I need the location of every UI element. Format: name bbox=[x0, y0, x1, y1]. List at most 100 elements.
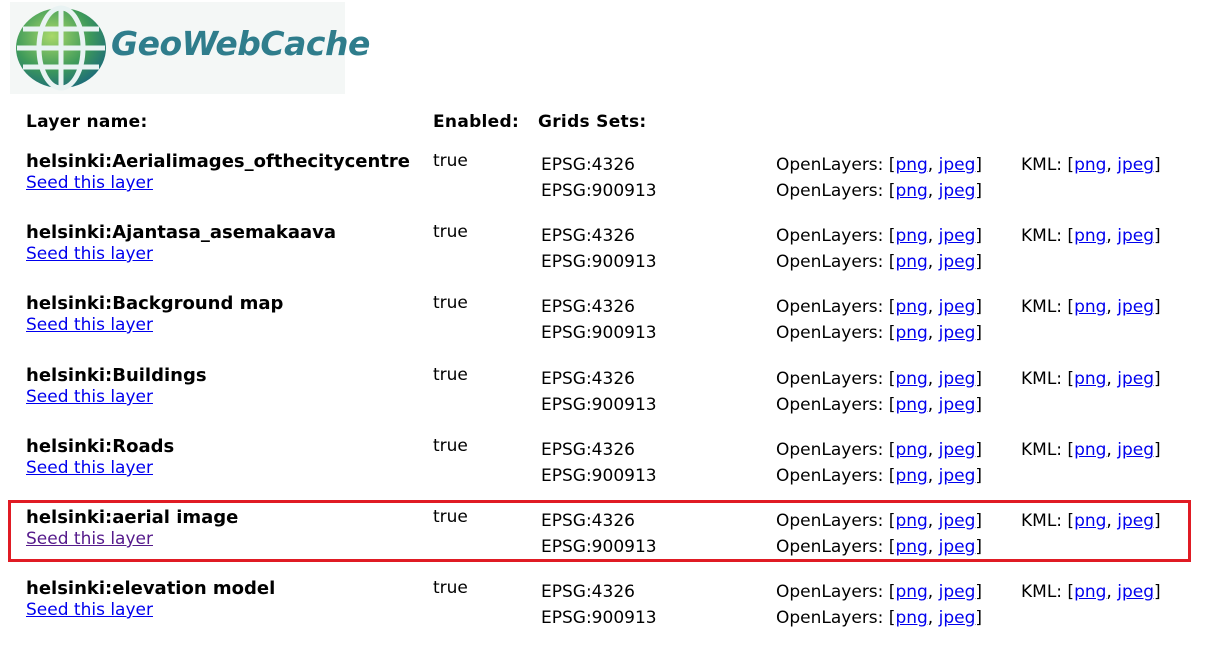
openlayers-label: OpenLayers: bbox=[776, 323, 884, 343]
openlayers-900913-png-link[interactable]: png bbox=[895, 323, 927, 343]
seed-layer-link[interactable]: Seed this layer bbox=[26, 458, 153, 478]
openlayers-900913-jpeg-link[interactable]: jpeg bbox=[939, 608, 976, 628]
openlayers-4326-jpeg-link[interactable]: jpeg bbox=[939, 582, 976, 602]
seed-layer-link[interactable]: Seed this layer bbox=[26, 315, 153, 335]
openlayers-4326-jpeg-link[interactable]: jpeg bbox=[939, 369, 976, 389]
grid-set: EPSG:900913 bbox=[541, 323, 657, 343]
kml-jpeg-link[interactable]: jpeg bbox=[1117, 226, 1154, 246]
openlayers-links-900913: OpenLayers: [png, jpeg] bbox=[776, 181, 983, 201]
grid-set: EPSG:900913 bbox=[541, 252, 657, 272]
openlayers-label: OpenLayers: bbox=[776, 608, 884, 628]
openlayers-4326-png-link[interactable]: png bbox=[895, 155, 927, 175]
kml-jpeg-link[interactable]: jpeg bbox=[1117, 155, 1154, 175]
openlayers-4326-jpeg-link[interactable]: jpeg bbox=[939, 297, 976, 317]
openlayers-4326-png-link[interactable]: png bbox=[895, 297, 927, 317]
openlayers-links-4326: OpenLayers: [png, jpeg] bbox=[776, 155, 983, 175]
openlayers-4326-png-link[interactable]: png bbox=[895, 440, 927, 460]
openlayers-links-900913: OpenLayers: [png, jpeg] bbox=[776, 252, 983, 272]
kml-png-link[interactable]: png bbox=[1074, 297, 1106, 317]
openlayers-4326-png-link[interactable]: png bbox=[895, 582, 927, 602]
openlayers-4326-jpeg-link[interactable]: jpeg bbox=[939, 440, 976, 460]
openlayers-links-4326: OpenLayers: [png, jpeg] bbox=[776, 226, 983, 246]
kml-png-link[interactable]: png bbox=[1074, 155, 1106, 175]
grid-set: EPSG:4326 bbox=[541, 369, 635, 389]
enabled-value: true bbox=[433, 293, 468, 313]
layer-row: helsinki:Buildings Seed this layer true EPS… bbox=[0, 365, 1210, 433]
kml-links: KML: [png, jpeg] bbox=[1021, 226, 1161, 246]
openlayers-900913-png-link[interactable]: png bbox=[895, 608, 927, 628]
brand-name: GeoWebCache bbox=[111, 24, 370, 63]
openlayers-links-4326: OpenLayers: [png, jpeg] bbox=[776, 582, 983, 602]
layer-row: helsinki:elevation model Seed this layer t… bbox=[0, 578, 1210, 646]
kml-jpeg-link[interactable]: jpeg bbox=[1117, 369, 1154, 389]
openlayers-900913-jpeg-link[interactable]: jpeg bbox=[939, 252, 976, 272]
layer-name: helsinki:elevation model bbox=[26, 578, 276, 599]
grid-set: EPSG:4326 bbox=[541, 297, 635, 317]
kml-links: KML: [png, jpeg] bbox=[1021, 582, 1161, 602]
layer-row: helsinki:Roads Seed this layer true EPSG:43… bbox=[0, 436, 1210, 504]
kml-png-link[interactable]: png bbox=[1074, 226, 1106, 246]
openlayers-links-4326: OpenLayers: [png, jpeg] bbox=[776, 297, 983, 317]
enabled-value: true bbox=[433, 222, 468, 242]
kml-png-link[interactable]: png bbox=[1074, 440, 1106, 460]
grid-set: EPSG:4326 bbox=[541, 155, 635, 175]
openlayers-900913-jpeg-link[interactable]: jpeg bbox=[939, 181, 976, 201]
openlayers-links-900913: OpenLayers: [png, jpeg] bbox=[776, 395, 983, 415]
openlayers-900913-png-link[interactable]: png bbox=[895, 252, 927, 272]
layer-name: helsinki:Roads bbox=[26, 436, 175, 457]
globe-icon bbox=[16, 5, 106, 91]
openlayers-links-4326: OpenLayers: [png, jpeg] bbox=[776, 440, 983, 460]
layer-name: helsinki:Background map bbox=[26, 293, 284, 314]
seed-layer-link[interactable]: Seed this layer bbox=[26, 173, 153, 193]
grid-set: EPSG:900913 bbox=[541, 395, 657, 415]
column-header-layer-name: Layer name: bbox=[26, 112, 148, 132]
grid-set: EPSG:900913 bbox=[541, 181, 657, 201]
kml-png-link[interactable]: png bbox=[1074, 582, 1106, 602]
openlayers-900913-png-link[interactable]: png bbox=[895, 466, 927, 486]
layer-name: helsinki:Ajantasa_asemakaava bbox=[26, 222, 337, 243]
grid-set: EPSG:900913 bbox=[541, 466, 657, 486]
layer-row: helsinki:Background map Seed this layer tr… bbox=[0, 293, 1210, 361]
openlayers-label: OpenLayers: bbox=[776, 181, 884, 201]
openlayers-links-900913: OpenLayers: [png, jpeg] bbox=[776, 608, 983, 628]
openlayers-links-900913: OpenLayers: [png, jpeg] bbox=[776, 323, 983, 343]
seed-layer-link[interactable]: Seed this layer bbox=[26, 244, 153, 264]
openlayers-900913-png-link[interactable]: png bbox=[895, 395, 927, 415]
openlayers-4326-png-link[interactable]: png bbox=[895, 226, 927, 246]
openlayers-links-900913: OpenLayers: [png, jpeg] bbox=[776, 466, 983, 486]
layer-name: helsinki:Aerialimages_ofthecitycentre bbox=[26, 151, 410, 172]
kml-links: KML: [png, jpeg] bbox=[1021, 369, 1161, 389]
grid-set: EPSG:900913 bbox=[541, 608, 657, 628]
kml-links: KML: [png, jpeg] bbox=[1021, 440, 1161, 460]
kml-jpeg-link[interactable]: jpeg bbox=[1117, 440, 1154, 460]
openlayers-900913-png-link[interactable]: png bbox=[895, 181, 927, 201]
layer-row: helsinki:Aerialimages_ofthecitycentre See… bbox=[0, 151, 1210, 219]
openlayers-900913-jpeg-link[interactable]: jpeg bbox=[939, 395, 976, 415]
openlayers-label: OpenLayers: bbox=[776, 297, 884, 317]
openlayers-4326-jpeg-link[interactable]: jpeg bbox=[939, 155, 976, 175]
openlayers-label: OpenLayers: bbox=[776, 369, 884, 389]
openlayers-label: OpenLayers: bbox=[776, 226, 884, 246]
kml-jpeg-link[interactable]: jpeg bbox=[1117, 582, 1154, 602]
openlayers-4326-jpeg-link[interactable]: jpeg bbox=[939, 226, 976, 246]
seed-layer-link[interactable]: Seed this layer bbox=[26, 387, 153, 407]
openlayers-900913-jpeg-link[interactable]: jpeg bbox=[939, 466, 976, 486]
kml-label: KML: bbox=[1021, 297, 1063, 317]
kml-label: KML: bbox=[1021, 440, 1063, 460]
grid-set: EPSG:4326 bbox=[541, 226, 635, 246]
kml-label: KML: bbox=[1021, 369, 1063, 389]
highlight-box bbox=[8, 500, 1191, 562]
kml-jpeg-link[interactable]: jpeg bbox=[1117, 297, 1154, 317]
openlayers-label: OpenLayers: bbox=[776, 440, 884, 460]
openlayers-900913-jpeg-link[interactable]: jpeg bbox=[939, 323, 976, 343]
openlayers-4326-png-link[interactable]: png bbox=[895, 369, 927, 389]
kml-links: KML: [png, jpeg] bbox=[1021, 155, 1161, 175]
seed-layer-link[interactable]: Seed this layer bbox=[26, 600, 153, 620]
openlayers-label: OpenLayers: bbox=[776, 395, 884, 415]
layer-name: helsinki:Buildings bbox=[26, 365, 207, 386]
openlayers-label: OpenLayers: bbox=[776, 466, 884, 486]
openlayers-label: OpenLayers: bbox=[776, 155, 884, 175]
enabled-value: true bbox=[433, 436, 468, 456]
openlayers-label: OpenLayers: bbox=[776, 252, 884, 272]
kml-png-link[interactable]: png bbox=[1074, 369, 1106, 389]
